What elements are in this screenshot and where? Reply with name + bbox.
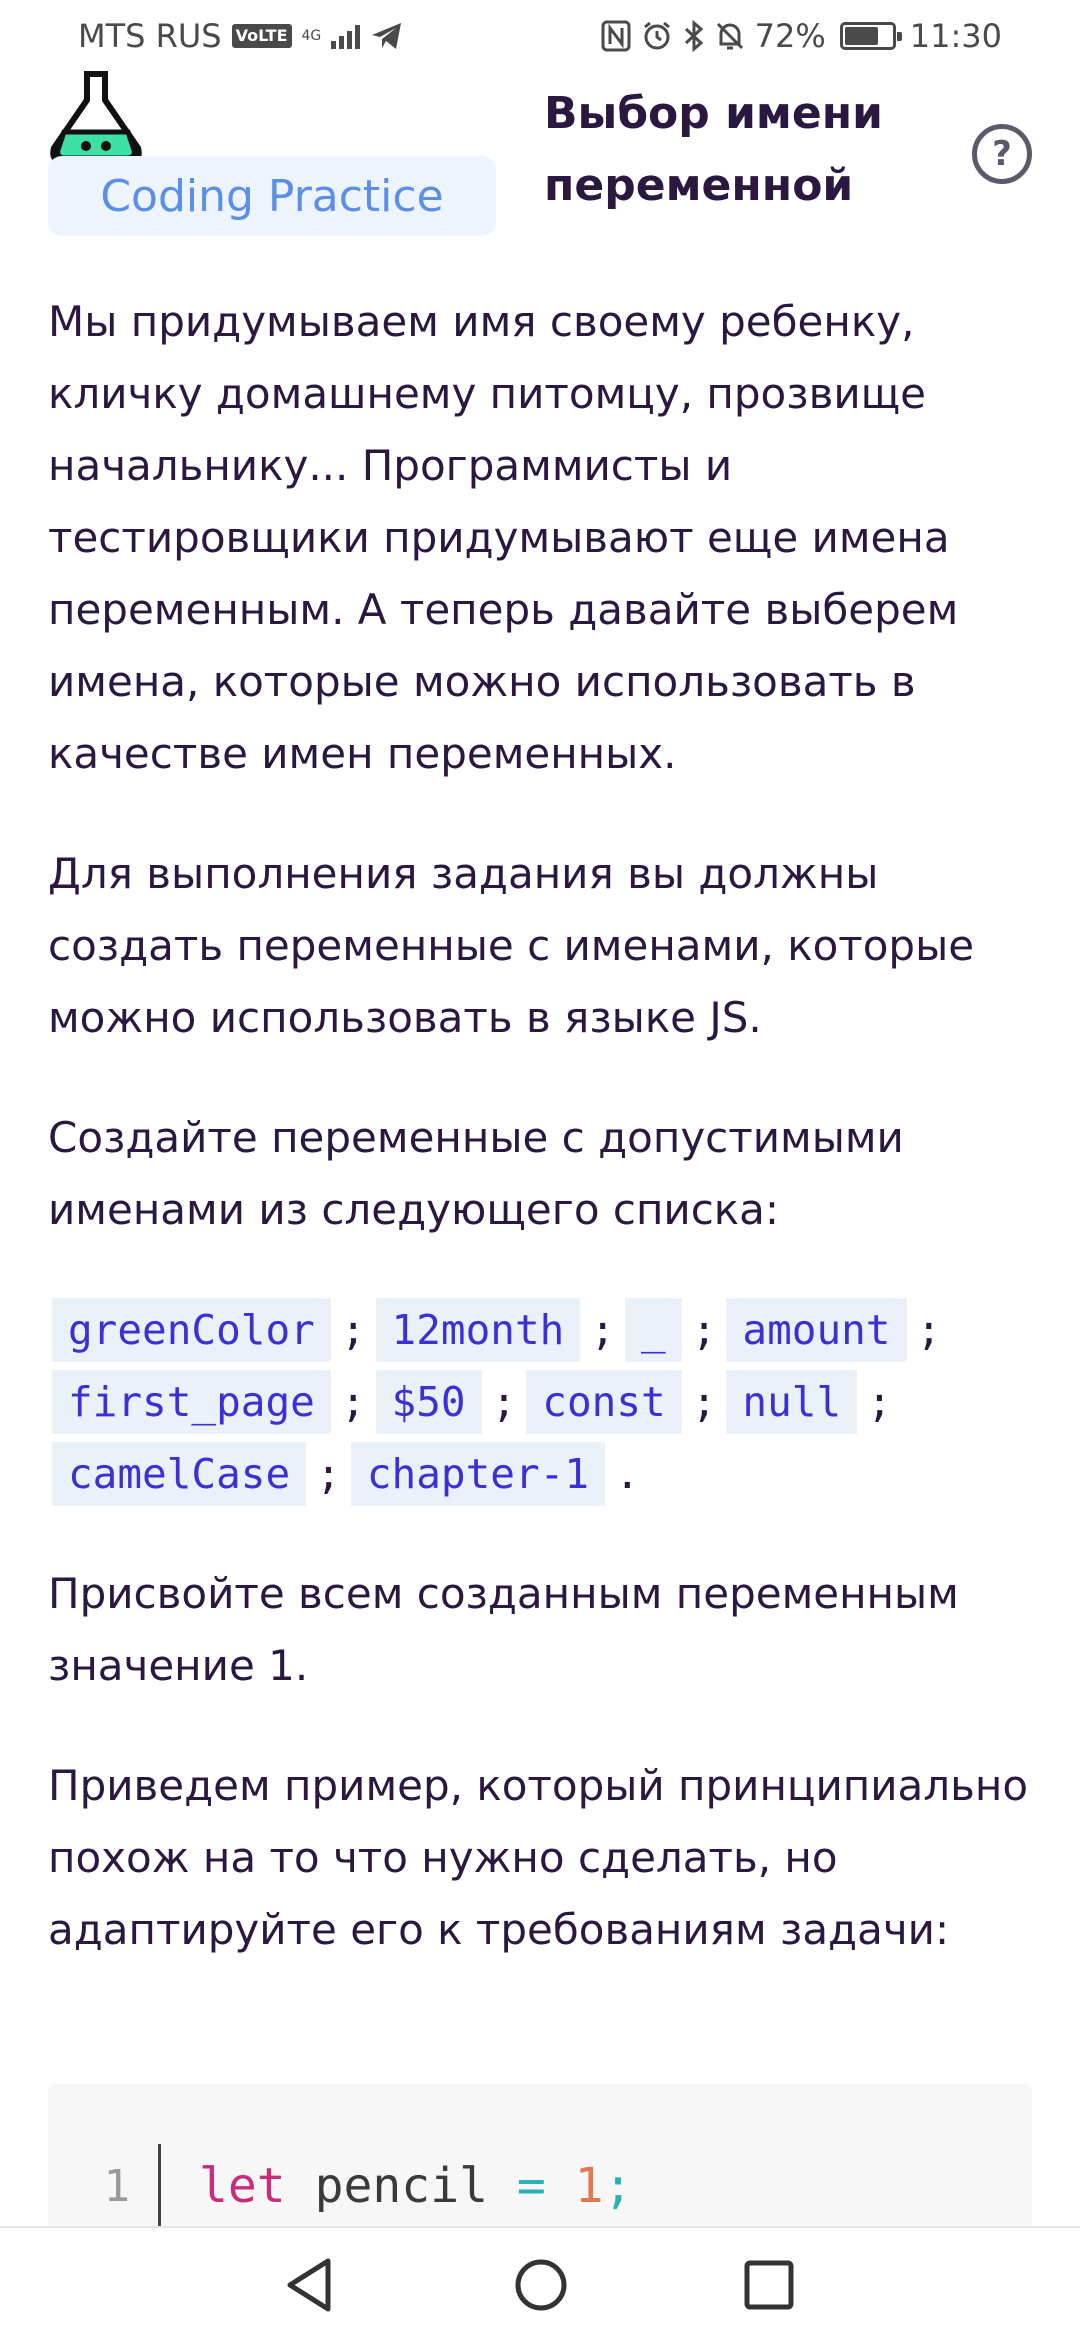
line-number: 1 xyxy=(103,2160,131,2212)
list-separator: ; xyxy=(691,1378,717,1426)
list-separator: ; xyxy=(491,1378,517,1426)
alarm-icon xyxy=(643,21,670,50)
list-separator: ; xyxy=(916,1306,942,1354)
variable-name-chip: chapter-1 xyxy=(350,1442,606,1506)
code-example: 1 let pencil = 1 ; xyxy=(48,2084,1032,2234)
volte-badge: VoLTE xyxy=(231,24,292,48)
list-separator: ; xyxy=(340,1378,366,1426)
system-nav-bar xyxy=(0,2226,1080,2340)
variable-name-chip: camelCase xyxy=(52,1442,307,1506)
list-separator: ; xyxy=(340,1306,366,1354)
clock: 11:30 xyxy=(909,17,1002,55)
recents-button[interactable] xyxy=(734,2250,804,2320)
code-identifier: pencil xyxy=(314,2158,488,2214)
brand-label[interactable]: Coding Practice xyxy=(48,156,496,236)
mute-icon xyxy=(716,22,743,50)
list-separator: ; xyxy=(867,1378,892,1426)
assign-paragraph: Присвойте всем созданным переменным знач… xyxy=(48,1569,959,1690)
bluetooth-icon xyxy=(684,20,703,52)
variable-name-chip: amount xyxy=(726,1298,907,1362)
list-separator: ; xyxy=(590,1306,616,1354)
code-keyword: let xyxy=(199,2158,286,2214)
battery-percent: 72% xyxy=(754,17,826,55)
variable-name-chip: 12month xyxy=(375,1298,581,1362)
list-intro-paragraph: Создайте переменные с допустимыми именам… xyxy=(48,1113,904,1234)
app-header: Coding Practice Выбор имени переменной ? xyxy=(0,64,1080,244)
status-right: 72% 11:30 xyxy=(601,17,1002,55)
battery-level xyxy=(844,27,878,45)
flask-logo-icon[interactable] xyxy=(46,70,146,166)
home-icon xyxy=(515,2259,567,2311)
recents-icon xyxy=(744,2260,794,2310)
status-bar: MTS RUS VoLTE 4G 72% 11:30 xyxy=(0,0,1080,72)
list-separator: . xyxy=(615,1450,640,1498)
status-left: MTS RUS VoLTE 4G xyxy=(78,17,404,55)
back-icon xyxy=(287,2258,331,2312)
task-description: Мы придумываем имя своему ребенку, кличк… xyxy=(48,286,1038,2014)
variable-name-chip: null xyxy=(726,1370,858,1434)
code-operator: = xyxy=(516,2158,546,2214)
variable-name-list: greenColor; 12month; _; amount ;first_page; $… xyxy=(48,1294,1038,1510)
network-type: 4G xyxy=(301,28,322,44)
home-button[interactable] xyxy=(506,2250,576,2320)
gutter-divider xyxy=(158,2144,161,2228)
variable-name-chip: $50 xyxy=(375,1370,482,1434)
telegram-icon xyxy=(372,23,402,49)
variable-name-chip: _ xyxy=(625,1298,682,1362)
intro-paragraph: Мы придумываем имя своему ребенку, кличк… xyxy=(48,297,959,778)
page-title: Выбор имени переменной xyxy=(544,88,883,211)
variable-name-chip: greenColor xyxy=(52,1298,331,1362)
variable-name-chip: first_page xyxy=(52,1370,331,1434)
battery-icon xyxy=(839,22,902,50)
example-paragraph: Приведем пример, который принципиально п… xyxy=(48,1761,1029,1954)
task-paragraph: Для выполнения задания вы должны создать… xyxy=(48,849,975,1042)
carrier-name: MTS RUS xyxy=(78,17,222,55)
code-semicolon: ; xyxy=(603,2158,633,2214)
back-button[interactable] xyxy=(274,2250,344,2320)
help-button[interactable]: ? xyxy=(972,124,1032,184)
nfc-icon xyxy=(601,20,631,52)
code-value: 1 xyxy=(574,2158,604,2214)
signal-icon xyxy=(331,23,361,49)
list-separator: ; xyxy=(316,1450,341,1498)
list-separator: ; xyxy=(691,1306,717,1354)
variable-name-chip: const xyxy=(526,1370,682,1434)
code-line: 1 let pencil = 1 ; xyxy=(48,2144,1032,2228)
